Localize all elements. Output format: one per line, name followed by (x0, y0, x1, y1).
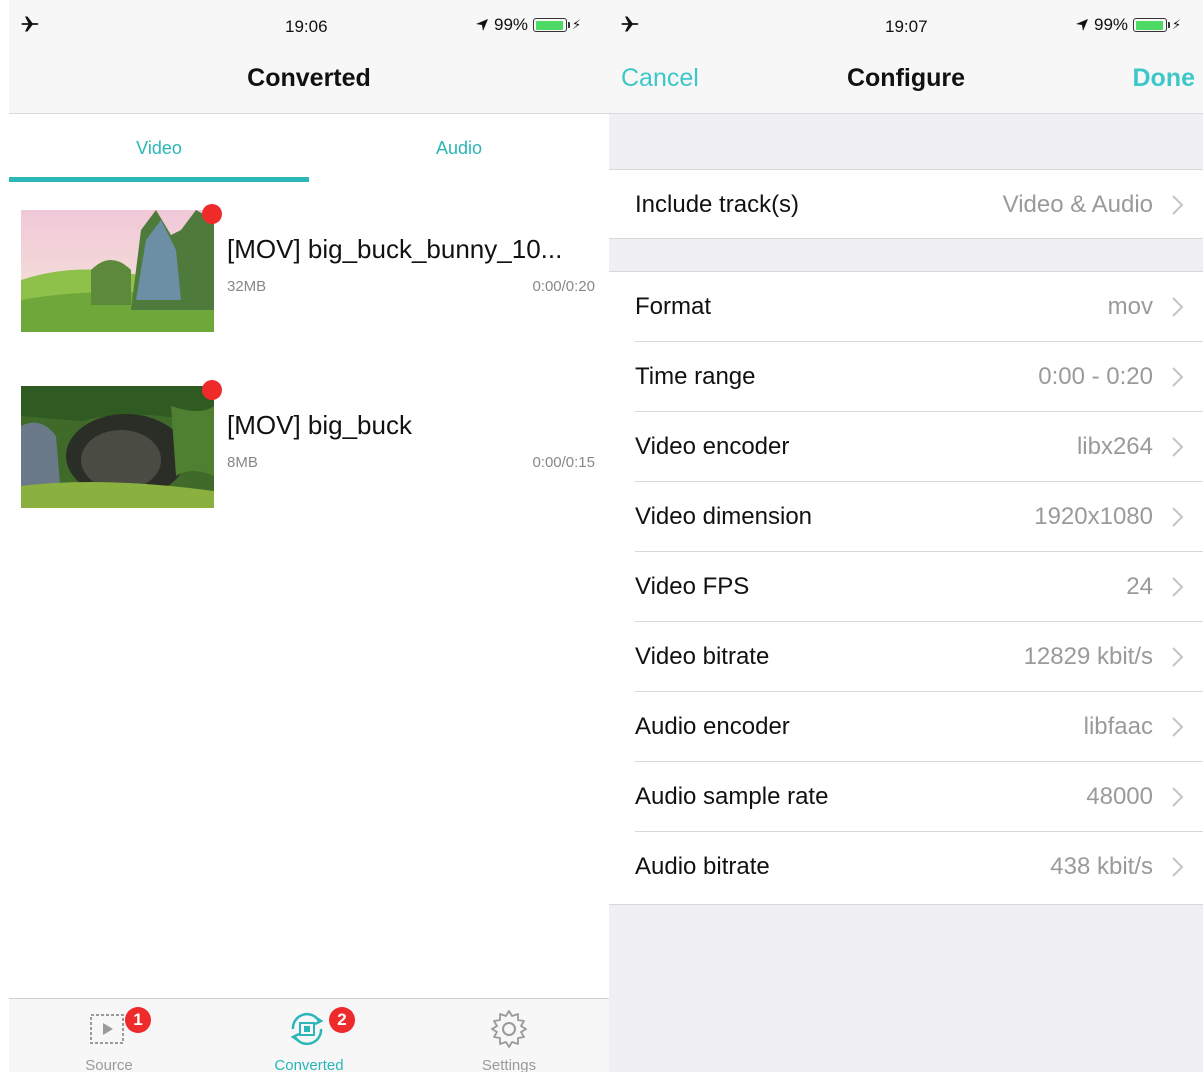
battery-percent: 99% (494, 15, 529, 34)
airplane-mode-icon (21, 16, 39, 32)
settings-row-video-bitrate[interactable]: Video bitrate 12829 kbit/s (609, 622, 1203, 692)
nav-bar: Converted (9, 54, 609, 114)
row-value: 24 (1126, 573, 1153, 600)
item-title: [MOV] big_buck_bunny_10... (227, 234, 563, 264)
settings-group: Format mov Time range 0:00 - 0:20 Video … (609, 271, 1203, 905)
chevron-right-icon (1172, 717, 1184, 737)
settings-row-video-fps[interactable]: Video FPS 24 (609, 552, 1203, 622)
status-time: 19:06 (285, 17, 328, 36)
settings-row-audio-sample-rate[interactable]: Audio sample rate 48000 (609, 762, 1203, 832)
charging-icon: ⚡ (1172, 17, 1182, 32)
status-right-group: 99% ⚡ (475, 15, 581, 35)
tabbar-label: Source (85, 1057, 133, 1072)
page-title: Configure (846, 64, 966, 92)
tab-video[interactable]: Video (9, 138, 309, 159)
location-arrow-icon (1076, 19, 1088, 31)
settings-row-time-range[interactable]: Time range 0:00 - 0:20 (609, 342, 1203, 412)
nav-bar: Cancel Configure Done (609, 54, 1203, 114)
row-label: Include track(s) (635, 191, 800, 218)
item-title: [MOV] big_buck (227, 410, 412, 440)
chevron-right-icon (1172, 195, 1184, 215)
unread-dot (202, 204, 222, 224)
status-bar: 19:06 99% ⚡ (9, 0, 609, 54)
segment-control: Video Audio (9, 114, 609, 184)
done-button[interactable]: Done (1133, 64, 1196, 93)
page-title: Converted (247, 64, 371, 92)
tabbar-item-converted[interactable]: 2 Converted (209, 999, 409, 1072)
battery-icon (1133, 18, 1171, 32)
row-label: Video FPS (635, 573, 750, 600)
battery-icon (533, 18, 571, 32)
chevron-right-icon (1172, 507, 1184, 527)
airplane-mode-icon (621, 16, 639, 32)
tabbar-badge: 1 (125, 1007, 151, 1033)
item-duration: 0:00/0:15 (532, 454, 595, 471)
row-label: Video bitrate (635, 643, 770, 670)
chevron-right-icon (1172, 857, 1184, 877)
row-value: 0:00 - 0:20 (1038, 363, 1153, 390)
settings-row-audio-encoder[interactable]: Audio encoder libfaac (609, 692, 1203, 762)
chevron-right-icon (1172, 647, 1184, 667)
status-time: 19:07 (885, 17, 928, 36)
item-size: 32MB (227, 278, 267, 295)
tabbar-item-source[interactable]: 1 Source (9, 999, 209, 1072)
unread-dot (202, 380, 222, 400)
tabbar-label: Converted (274, 1057, 344, 1072)
row-label: Audio encoder (635, 713, 790, 740)
row-label: Format (635, 293, 712, 320)
row-value: Video & Audio (1002, 191, 1153, 218)
video-thumbnail (21, 386, 214, 508)
video-thumbnail (21, 210, 214, 332)
tabbar-badge: 2 (329, 1007, 355, 1033)
row-value: 48000 (1086, 783, 1153, 810)
settings-row-tracks[interactable]: Include track(s) Video & Audio (609, 169, 1203, 239)
row-label: Audio sample rate (635, 783, 829, 810)
configure-screen: 19:07 99% ⚡ Cancel Configure Done Includ… (609, 0, 1203, 1072)
row-label: Audio bitrate (635, 853, 770, 880)
settings-row-video-encoder[interactable]: Video encoder libx264 (609, 412, 1203, 482)
row-label: Time range (635, 363, 756, 390)
item-duration: 0:00/0:20 (532, 278, 595, 295)
row-value: libx264 (1076, 433, 1153, 460)
chevron-right-icon (1172, 437, 1184, 457)
battery-percent: 99% (1094, 15, 1129, 34)
row-label: Video dimension (635, 503, 813, 530)
item-size: 8MB (227, 454, 258, 471)
chevron-right-icon (1172, 367, 1184, 387)
tab-bar: 1 Source 2 Converted Settings (9, 998, 609, 1072)
row-label: Video encoder (635, 433, 790, 460)
row-value: 1920x1080 (1034, 503, 1153, 530)
tab-audio[interactable]: Audio (309, 138, 609, 159)
row-value: 438 kbit/s (1050, 853, 1153, 880)
converted-screen: 19:06 99% ⚡ Converted Video Audio [MOV] … (9, 0, 609, 1072)
location-arrow-icon (476, 19, 488, 31)
chevron-right-icon (1172, 787, 1184, 807)
settings-row-audio-bitrate[interactable]: Audio bitrate 438 kbit/s (609, 832, 1203, 902)
row-value: mov (1107, 293, 1153, 320)
status-bar: 19:07 99% ⚡ (609, 0, 1203, 54)
settings-row-video-dimension[interactable]: Video dimension 1920x1080 (609, 482, 1203, 552)
row-value: libfaac (1083, 713, 1153, 740)
convert-icon (290, 1012, 324, 1046)
row-value: 12829 kbit/s (1023, 643, 1153, 670)
film-play-icon (90, 1014, 124, 1044)
tabbar-label: Settings (481, 1057, 537, 1072)
list-item[interactable]: [MOV] big_buck 8MB 0:00/0:15 (9, 376, 609, 516)
tab-selected-indicator (9, 177, 309, 182)
tabbar-item-settings[interactable]: Settings (409, 999, 609, 1072)
status-right-group: 99% ⚡ (1075, 15, 1181, 35)
gear-icon (491, 1010, 527, 1048)
list-item[interactable]: [MOV] big_buck_bunny_10... 32MB 0:00/0:2… (9, 200, 609, 340)
chevron-right-icon (1172, 297, 1184, 317)
charging-icon: ⚡ (572, 17, 582, 32)
chevron-right-icon (1172, 577, 1184, 597)
settings-row-format[interactable]: Format mov (609, 272, 1203, 342)
